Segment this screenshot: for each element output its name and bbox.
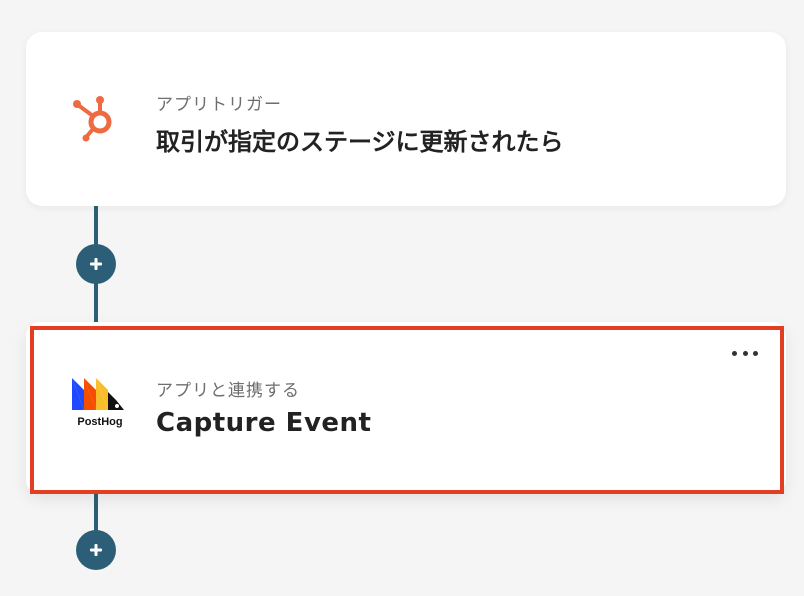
workflow-canvas: アプリトリガー 取引が指定のステージに更新されたら PostHog アプリと連携…	[0, 0, 804, 596]
step-type-label: アプリトリガー	[156, 95, 282, 115]
add-step-button[interactable]	[76, 530, 116, 570]
action-step-card[interactable]: PostHog アプリと連携する Capture Event	[26, 322, 786, 494]
more-horizontal-icon	[732, 350, 737, 356]
posthog-icon: PostHog	[70, 370, 140, 430]
trigger-step-card[interactable]: アプリトリガー 取引が指定のステージに更新されたら	[26, 32, 786, 206]
step-title: 取引が指定のステージに更新されたら	[156, 128, 564, 156]
hubspot-icon	[70, 92, 140, 152]
plus-icon	[90, 544, 102, 556]
posthog-logo-text: PostHog	[77, 416, 123, 428]
step-type-label: アプリと連携する	[156, 381, 300, 401]
plus-icon	[90, 258, 102, 270]
more-options-button[interactable]	[732, 346, 758, 360]
add-step-button[interactable]	[76, 244, 116, 284]
step-title: Capture Event	[156, 408, 372, 438]
